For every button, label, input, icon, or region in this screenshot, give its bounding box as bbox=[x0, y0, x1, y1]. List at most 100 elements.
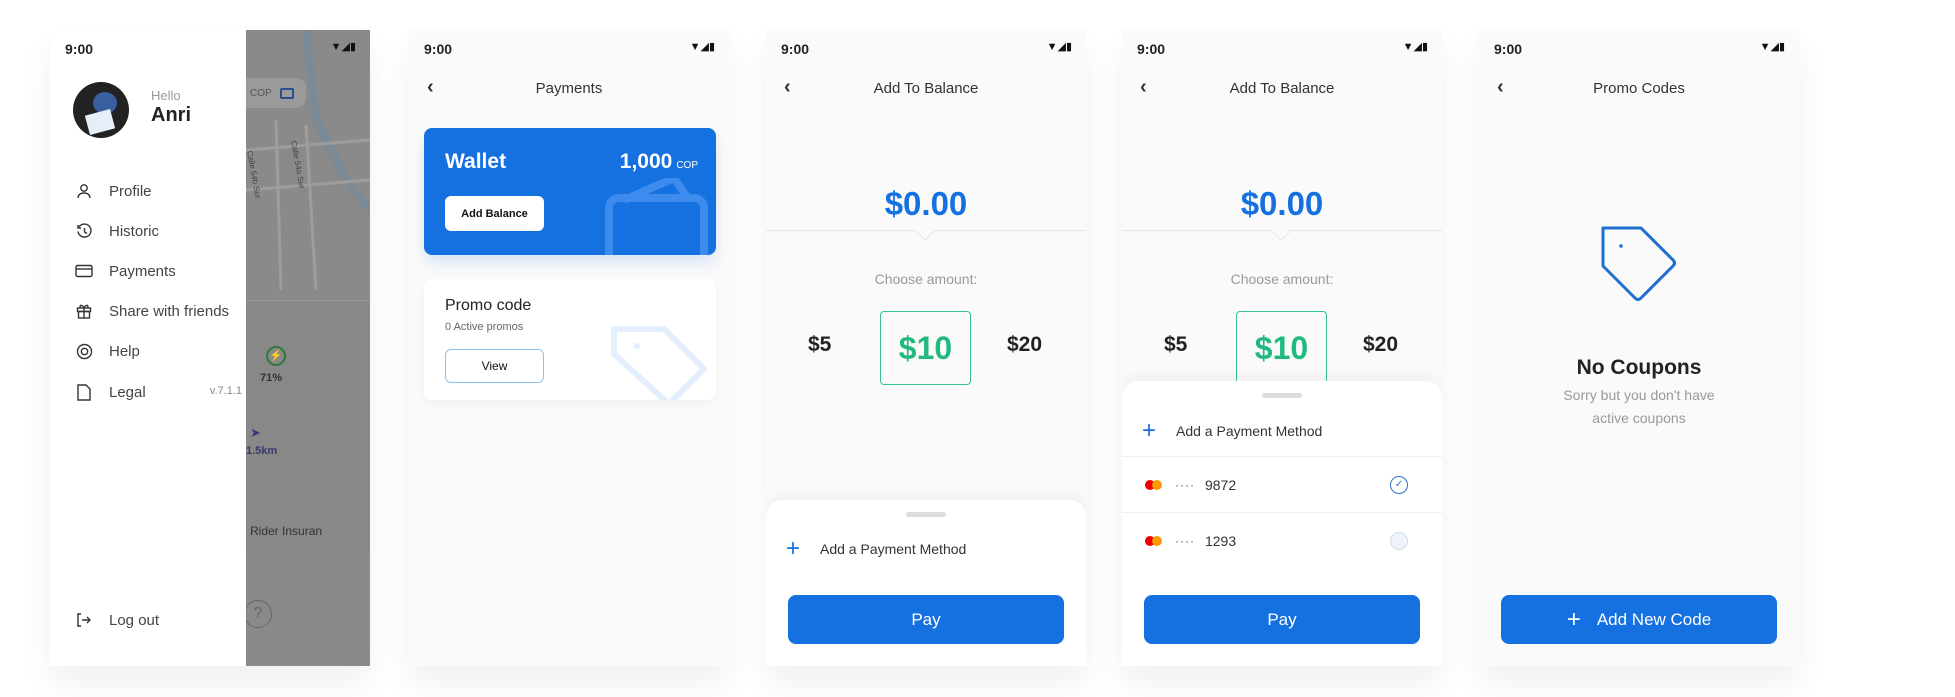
help-icon[interactable]: ? bbox=[244, 600, 272, 628]
menu-item-label: Help bbox=[109, 342, 140, 360]
amount-option-20[interactable]: $20 bbox=[1007, 333, 1042, 357]
menu-item-share[interactable]: Share with friends bbox=[50, 296, 246, 326]
card-last4: 1293 bbox=[1204, 532, 1237, 549]
page-title: Add To Balance bbox=[873, 80, 979, 97]
battery-icon: ⚡ bbox=[266, 346, 286, 366]
empty-state-message: active coupons bbox=[1592, 410, 1686, 426]
choose-amount-label: Choose amount: bbox=[1230, 271, 1334, 287]
wallet-balance: 1,000 COP bbox=[620, 150, 698, 174]
ride-panel bbox=[246, 300, 370, 550]
card-mask: ···· bbox=[1175, 477, 1195, 492]
map-streets bbox=[246, 30, 370, 291]
balance-amount: 1,000 bbox=[619, 150, 673, 173]
sheet-handle[interactable] bbox=[906, 512, 946, 517]
wallet-icon bbox=[279, 87, 294, 99]
promo-card: Promo code 0 Active promos View bbox=[424, 279, 716, 400]
card-last4: 9872 bbox=[1204, 476, 1237, 493]
add-payment-method-label: Add a Payment Method bbox=[1176, 423, 1323, 439]
phone-promo-codes-screen: 9:00 ▼◢▮ ‹ Promo Codes No Coupons Sorry … bbox=[1479, 30, 1799, 666]
view-promos-button[interactable]: View bbox=[445, 349, 544, 383]
amount-display: $0.00 bbox=[1240, 185, 1324, 222]
card-mask: ···· bbox=[1175, 533, 1195, 548]
empty-state-message: Sorry but you don't have bbox=[1563, 387, 1715, 403]
gift-icon bbox=[72, 303, 96, 319]
phone-add-balance-cards-screen: 9:00 ▼◢▮ ‹ Add To Balance $0.00 Choose a… bbox=[1122, 30, 1442, 666]
menu-item-label: Legal bbox=[109, 383, 146, 401]
app-version: v.7.1.1 bbox=[209, 385, 242, 397]
promo-subtitle: 0 Active promos bbox=[445, 321, 524, 333]
menu-item-label: Profile bbox=[109, 182, 152, 200]
page-title: Promo Codes bbox=[1593, 80, 1685, 97]
wallet-watermark-icon bbox=[605, 178, 708, 255]
add-payment-method-label: Add a Payment Method bbox=[820, 541, 967, 557]
drawer-panel: 9:00 Hello Anri Profile Historic Payment… bbox=[50, 30, 246, 666]
radio-selected-check-icon[interactable]: ✓ bbox=[1390, 475, 1408, 494]
document-icon bbox=[72, 383, 96, 401]
radio-unselected[interactable] bbox=[1390, 531, 1408, 550]
logout-label: Log out bbox=[109, 611, 160, 629]
amount-option-5[interactable]: $5 bbox=[1164, 333, 1187, 357]
status-icons: ▼◢▮ bbox=[330, 41, 356, 53]
card-row-1293[interactable]: ···· 1293 bbox=[1122, 512, 1442, 568]
map-overlay[interactable]: Calle 54a Sur Calle 54b Sur COP ⚡ 71% ➤ … bbox=[236, 30, 370, 666]
card-row-9872[interactable]: ···· 9872 ✓ bbox=[1122, 456, 1442, 512]
status-time: 9:00 bbox=[781, 41, 810, 57]
status-time: 9:00 bbox=[1494, 41, 1523, 57]
lifebuoy-icon bbox=[72, 343, 96, 360]
add-payment-method-button[interactable]: + Add a Payment Method bbox=[1122, 408, 1442, 454]
phone-drawer-screen: Calle 54a Sur Calle 54b Sur COP ⚡ 71% ➤ … bbox=[50, 30, 370, 666]
navigate-icon: ➤ bbox=[250, 425, 261, 440]
tag-icon bbox=[1601, 226, 1676, 301]
wallet-card: Wallet 1,000 COP Add Balance bbox=[424, 128, 716, 255]
mastercard-icon bbox=[1145, 535, 1163, 546]
promo-title: Promo code bbox=[445, 297, 532, 314]
amount-option-10-selected[interactable]: $10 bbox=[1236, 311, 1327, 385]
amount-display: $0.00 bbox=[884, 185, 968, 222]
empty-state-title: No Coupons bbox=[1576, 356, 1702, 379]
page-title: Payments bbox=[535, 80, 603, 97]
sheet-handle[interactable] bbox=[1262, 393, 1302, 398]
pay-button[interactable]: Pay bbox=[788, 595, 1064, 644]
user-name: Anri bbox=[151, 104, 191, 126]
distance-label: 1.5km bbox=[246, 445, 278, 457]
wallet-title: Wallet bbox=[445, 150, 507, 173]
amount-option-5[interactable]: $5 bbox=[808, 333, 831, 357]
phone-add-balance-screen: 9:00 ▼◢▮ ‹ Add To Balance $0.00 Choose a… bbox=[766, 30, 1086, 666]
history-icon bbox=[72, 222, 96, 240]
menu-item-profile[interactable]: Profile bbox=[50, 176, 246, 206]
rider-insurance-label[interactable]: Rider Insuran bbox=[250, 524, 322, 538]
credit-card-icon bbox=[72, 264, 96, 278]
plus-icon: + bbox=[1142, 417, 1157, 444]
amount-option-20[interactable]: $20 bbox=[1363, 333, 1398, 357]
greeting-label: Hello bbox=[151, 88, 181, 103]
menu-item-label: Share with friends bbox=[109, 302, 230, 320]
amount-option-10-selected[interactable]: $10 bbox=[880, 311, 971, 385]
menu-item-historic[interactable]: Historic bbox=[50, 216, 246, 246]
status-icons: ▼◢▮ bbox=[1402, 41, 1428, 53]
status-icons: ▼◢▮ bbox=[689, 41, 715, 53]
menu-item-label: Historic bbox=[109, 222, 160, 240]
plus-icon: + bbox=[786, 535, 801, 562]
add-payment-method-button[interactable]: + Add a Payment Method bbox=[766, 526, 1086, 572]
divider-notch bbox=[1271, 221, 1291, 241]
currency-label: COP bbox=[250, 87, 272, 99]
add-balance-button[interactable]: Add Balance bbox=[445, 196, 544, 231]
phone-payments-screen: 9:00 ▼◢▮ ‹ Payments Wallet 1,000 COP Add… bbox=[409, 30, 729, 666]
user-icon bbox=[72, 183, 96, 199]
menu-item-help[interactable]: Help bbox=[50, 336, 246, 366]
pay-button[interactable]: Pay bbox=[1144, 595, 1420, 644]
status-icons: ▼◢▮ bbox=[1046, 41, 1072, 53]
avatar[interactable] bbox=[73, 82, 129, 138]
status-icons: ▼◢▮ bbox=[1759, 41, 1785, 53]
page-title: Add To Balance bbox=[1229, 80, 1335, 97]
add-new-code-button[interactable]: + Add New Code bbox=[1501, 595, 1777, 644]
balance-currency: COP bbox=[676, 160, 698, 171]
logout-icon bbox=[72, 612, 96, 628]
wallet-pill[interactable]: COP bbox=[236, 78, 306, 108]
menu-item-payments[interactable]: Payments bbox=[50, 256, 246, 286]
plus-icon: + bbox=[1566, 605, 1581, 633]
logout-button[interactable]: Log out bbox=[50, 605, 246, 635]
status-time: 9:00 bbox=[65, 41, 94, 57]
tag-watermark-icon bbox=[611, 326, 707, 400]
mastercard-icon bbox=[1145, 479, 1163, 490]
